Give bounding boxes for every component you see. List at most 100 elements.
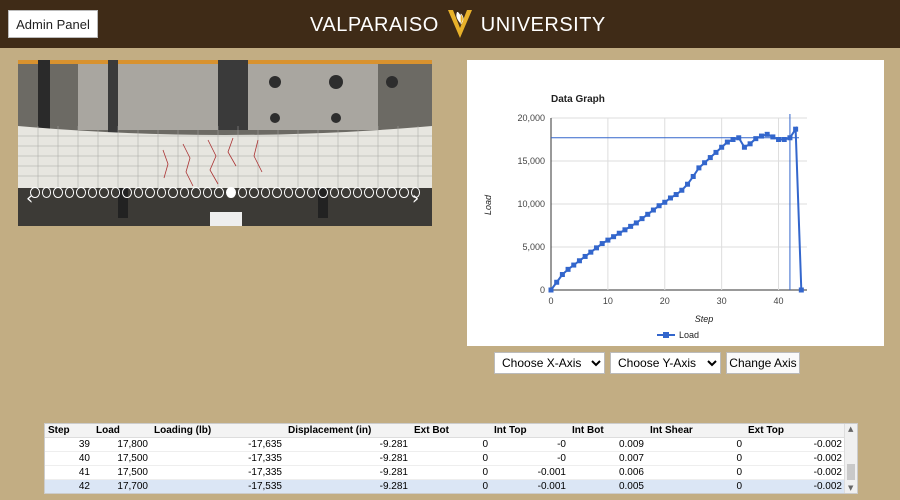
data-point-load[interactable]	[588, 249, 594, 255]
data-point-load[interactable]	[639, 216, 645, 222]
data-point-load[interactable]	[713, 149, 719, 155]
carousel-dot[interactable]	[272, 187, 282, 198]
column-header[interactable]: Load	[93, 424, 151, 438]
carousel-dot[interactable]	[295, 187, 305, 198]
scrollbar-thumb[interactable]	[847, 464, 855, 480]
table-row[interactable]: 39 17,800 -17,635 -9.281 0 -0 0.009 0 -0.002	[45, 437, 845, 452]
carousel-dot[interactable]	[133, 187, 144, 198]
table-row[interactable]: 40 17,500 -17,335 -9.281 0 -0 0.007 0 -0.002	[45, 451, 845, 466]
carousel-dot[interactable]	[41, 187, 52, 198]
carousel-dot[interactable]	[76, 187, 86, 198]
carousel-dot[interactable]	[64, 187, 75, 198]
column-header[interactable]: Step	[45, 424, 93, 438]
data-point-load[interactable]	[594, 245, 600, 251]
data-point-load[interactable]	[650, 207, 656, 213]
carousel-dot[interactable]	[341, 187, 351, 198]
carousel-dot[interactable]	[168, 187, 178, 198]
data-point-load[interactable]	[662, 199, 668, 205]
carousel-dot[interactable]	[99, 187, 109, 198]
load-line-chart[interactable]: Data Graph 0 5,000 10,000 15,000 20,000 0 10 2…	[467, 60, 884, 346]
data-point-load[interactable]	[719, 144, 725, 150]
y-axis-select[interactable]: Choose Y-Axis	[610, 352, 721, 374]
data-point-load[interactable]	[571, 262, 577, 268]
column-header[interactable]: Ext Top	[745, 424, 845, 438]
data-point-load[interactable]	[633, 220, 639, 226]
data-point-load[interactable]	[764, 131, 770, 137]
data-point-load[interactable]	[622, 227, 628, 233]
carousel-dot[interactable]	[179, 187, 190, 198]
data-point-load[interactable]	[599, 241, 605, 247]
data-point-load[interactable]	[679, 187, 685, 193]
data-point-load[interactable]	[724, 139, 730, 145]
carousel-dot[interactable]	[122, 187, 132, 198]
column-header[interactable]: Int Shear	[647, 424, 745, 438]
data-point-load[interactable]	[673, 192, 679, 198]
change-axis-button[interactable]: Change Axis	[726, 352, 800, 374]
column-header[interactable]: Int Bot	[569, 424, 647, 438]
data-point-load[interactable]	[707, 155, 713, 161]
data-point-load[interactable]	[656, 203, 662, 209]
carousel-dot[interactable]	[329, 187, 340, 198]
data-point-load[interactable]	[770, 134, 776, 140]
data-point-load[interactable]	[554, 279, 560, 285]
carousel-dot[interactable]	[249, 187, 259, 198]
data-point-load[interactable]	[605, 237, 611, 243]
carousel-dot[interactable]	[352, 187, 363, 198]
carousel-dot[interactable]	[53, 187, 63, 198]
data-point-load[interactable]	[753, 136, 759, 142]
admin-panel-button[interactable]: Admin Panel	[8, 10, 98, 38]
data-point-load[interactable]	[611, 234, 617, 240]
carousel-dot[interactable]	[214, 187, 224, 198]
carousel-dot[interactable]	[306, 187, 317, 198]
carousel-dot[interactable]	[226, 187, 236, 198]
data-point-load[interactable]	[696, 165, 702, 171]
carousel-dot[interactable]	[202, 187, 213, 198]
column-header[interactable]: Loading (lb)	[151, 424, 285, 438]
carousel-dot[interactable]	[283, 187, 294, 198]
carousel-dot[interactable]	[145, 187, 155, 198]
data-table-container[interactable]: Step Load Loading (lb) Displacement (in) Ext…	[44, 423, 858, 494]
carousel-dot[interactable]	[191, 187, 201, 198]
data-point-load[interactable]	[685, 181, 691, 187]
data-point-load[interactable]	[798, 287, 804, 293]
carousel-dot[interactable]	[318, 187, 328, 198]
carousel-dot[interactable]	[156, 187, 167, 198]
table-row[interactable]: 41 17,500 -17,335 -9.281 0 -0.001 0.006 0 -0.002	[45, 465, 845, 480]
data-point-load[interactable]	[702, 160, 708, 166]
table-row[interactable]: 42 17,700 -17,535 -9.281 0 -0.001 0.005 0 -0.002	[45, 479, 845, 493]
carousel-dot[interactable]	[260, 187, 271, 198]
column-header[interactable]: Ext Bot	[411, 424, 491, 438]
column-header[interactable]: Int Top	[491, 424, 569, 438]
data-point-load[interactable]	[616, 230, 622, 236]
carousel-dot[interactable]	[110, 187, 121, 198]
scroll-up-arrow-icon[interactable]: ▲	[848, 425, 853, 433]
data-point-load[interactable]	[747, 141, 753, 147]
image-carousel[interactable]	[18, 60, 432, 226]
carousel-dot[interactable]	[410, 187, 421, 198]
data-point-load[interactable]	[582, 253, 588, 259]
x-axis-select[interactable]: Choose X-Axis	[494, 352, 605, 374]
carousel-dot[interactable]	[87, 187, 98, 198]
data-point-load[interactable]	[690, 173, 696, 179]
data-point-load[interactable]	[793, 126, 799, 132]
table-cell: -9.281	[285, 465, 411, 480]
carousel-dot[interactable]	[398, 187, 409, 198]
column-header[interactable]: Displacement (in)	[285, 424, 411, 438]
data-point-load[interactable]	[667, 195, 673, 201]
data-point-load[interactable]	[576, 258, 582, 264]
carousel-dot[interactable]	[364, 187, 374, 198]
data-point-load[interactable]	[628, 223, 634, 229]
data-point-load[interactable]	[565, 266, 571, 272]
carousel-dot[interactable]	[375, 187, 386, 198]
data-point-load[interactable]	[559, 272, 565, 278]
data-point-load[interactable]	[741, 144, 747, 150]
data-point-load[interactable]	[645, 211, 651, 217]
data-point-load[interactable]	[548, 287, 554, 293]
chart-title: Data Graph	[551, 94, 605, 105]
chart-legend[interactable]: Load	[657, 330, 699, 340]
carousel-dot[interactable]	[29, 187, 40, 198]
carousel-dot[interactable]	[237, 187, 248, 198]
table-scrollbar[interactable]: ▲ ▼	[844, 424, 857, 493]
carousel-dot[interactable]	[387, 187, 397, 198]
scroll-down-arrow-icon[interactable]: ▼	[848, 484, 853, 492]
